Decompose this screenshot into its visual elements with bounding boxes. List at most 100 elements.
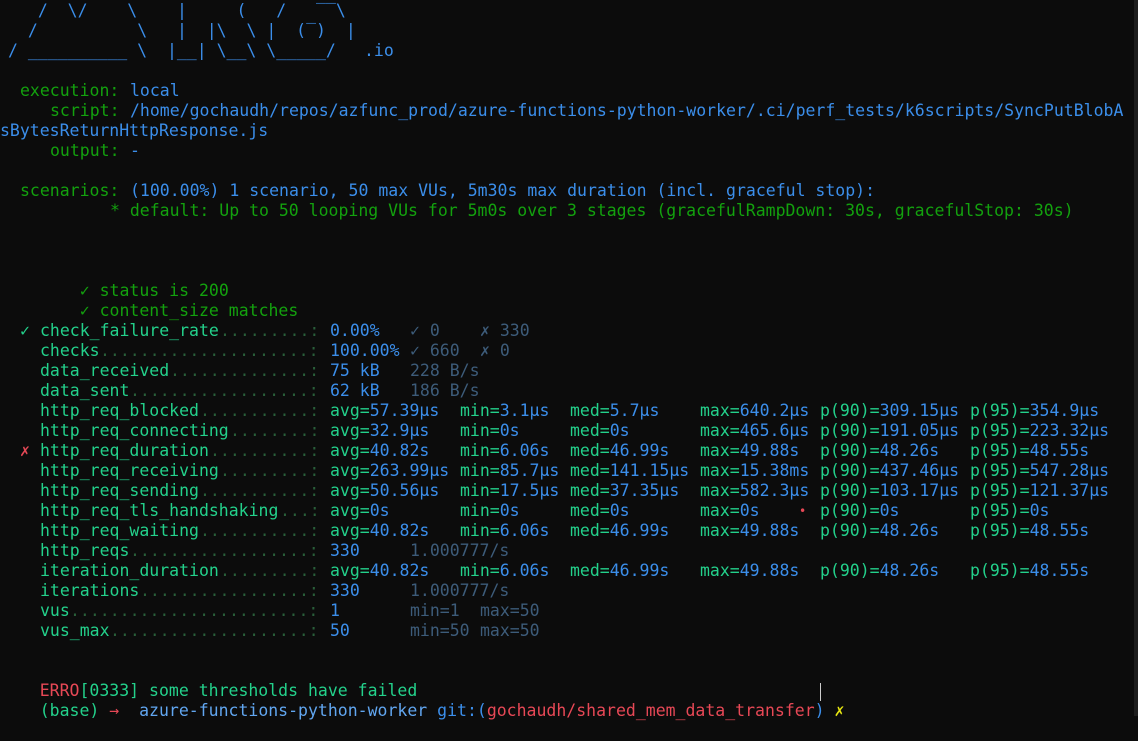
metric-value: p(95)=48.55s <box>970 561 1089 581</box>
metric-stat-value: 49.88s <box>739 441 800 460</box>
metric-stat-key: p(90)= <box>820 461 880 480</box>
metric-stat-value: 0s <box>1029 501 1050 520</box>
metric-stat-value: 640.2µs <box>739 401 810 420</box>
script-path: /home/gochaudh/repos/azfunc_prod/azure-f… <box>130 101 1124 120</box>
metric-stat-value: 49.88s <box>739 561 800 580</box>
metric-stat-key: p(95)= <box>970 501 1030 520</box>
metric-value: p(95)=0s <box>970 501 1049 521</box>
text-cursor <box>820 683 821 701</box>
metric-stat-value: 3.1µs <box>499 401 550 420</box>
metric-stat-value: 50.56µs <box>369 481 440 500</box>
metric-value: avg=0s <box>330 501 390 521</box>
metric-value: min=0s <box>460 421 520 441</box>
metric-value: med=37.35µs <box>570 481 679 501</box>
metric-stat-key: avg= <box>330 481 370 500</box>
metric-dots: ........: <box>230 421 320 440</box>
metric-name: checks <box>40 341 100 360</box>
metric-stat-key: p(90)= <box>820 401 880 420</box>
metric-value: max=49.88s <box>700 441 799 461</box>
stray-dot: • <box>799 504 807 518</box>
metric-name: http_req_receiving <box>40 461 219 480</box>
metric-value: p(90)=103.17µs <box>820 481 959 501</box>
metric-stat-key: avg= <box>330 461 370 480</box>
metric-value: max=0s <box>700 501 760 521</box>
metric-name: http_req_tls_handshaking <box>40 501 279 520</box>
metric-stat-key: avg= <box>330 441 370 460</box>
metric-stat-value: 48.55s <box>1029 521 1090 540</box>
metric-stat-key: max= <box>700 421 740 440</box>
metric-stat-key: p(90)= <box>820 501 880 520</box>
metric-stat-value: 0s <box>879 501 900 520</box>
metric-pass-icon: ✓ <box>20 321 30 340</box>
metric-stat-value: 46.99s <box>609 441 670 460</box>
metric-stat-key: min= <box>460 461 500 480</box>
metric-value: max=582.3µs <box>700 481 809 501</box>
metric-stat-key: med= <box>570 481 610 500</box>
metric-stat-key: min= <box>460 521 500 540</box>
metric-value: 330 <box>330 541 360 560</box>
metric-dots: ..........: <box>210 441 320 460</box>
metric-stat-key: p(95)= <box>970 521 1030 540</box>
metric-stat-value: 48.55s <box>1029 441 1090 460</box>
metric-name: http_req_blocked <box>40 401 199 420</box>
metric-stat-key: max= <box>700 561 740 580</box>
conda-env: (base) <box>39 701 100 720</box>
metric-stat-key: max= <box>700 461 740 480</box>
script-path-wrap: sBytesReturnHttpResponse.js <box>0 121 269 140</box>
metric-value: p(90)=48.26s <box>820 521 939 541</box>
metric-value: med=46.99s <box>570 441 669 461</box>
metric-dots: ...........: <box>200 521 320 540</box>
metric-stat-value: 121.37µs <box>1029 481 1110 500</box>
metric-value: med=46.99s <box>570 561 669 581</box>
metric-dots: ...........: <box>200 401 320 420</box>
git-close: ) <box>814 701 825 720</box>
git-branch: gochaudh/shared_mem_data_transfer <box>486 701 815 720</box>
metric-stat-key: p(90)= <box>820 521 880 540</box>
metric-stat-value: 48.55s <box>1029 561 1090 580</box>
metric-dots: ..............: <box>170 361 320 380</box>
metric-stat-value: 0s <box>739 501 760 520</box>
metric-stat-value: 0s <box>499 421 520 440</box>
metric-value: p(90)=48.26s <box>820 561 939 581</box>
metric-name: http_req_sending <box>40 481 199 500</box>
metric-value: avg=40.82s <box>330 521 429 541</box>
metric-stat-key: min= <box>460 501 500 520</box>
metric-value: 75 kB <box>330 361 380 380</box>
metric-value: p(95)=223.32µs <box>970 421 1109 441</box>
metric-value: max=50 <box>480 621 540 640</box>
metric-dots: .........: <box>220 461 320 480</box>
metric-stat-key: med= <box>570 561 610 580</box>
metric-stat-value: 15.38ms <box>739 461 810 480</box>
metric-value: 330 <box>330 581 360 600</box>
metric-value: 1.000777/s <box>410 581 510 600</box>
metric-value: max=640.2µs <box>700 401 809 421</box>
metric-stat-key: med= <box>570 501 610 520</box>
metric-value: p(90)=0s <box>820 501 899 521</box>
metric-stat-value: 0s <box>499 501 520 520</box>
terminal-window[interactable]: / \/ \ | ( / ‾‾\ / \ | |\ \ | (‾) | / __… <box>0 0 1138 720</box>
metric-stat-key: avg= <box>330 401 370 420</box>
metric-stat-key: min= <box>460 561 500 580</box>
metric-stat-key: p(90)= <box>820 561 880 580</box>
metric-stat-value: 6.06s <box>499 561 550 580</box>
metric-stat-key: p(95)= <box>970 461 1030 480</box>
metric-value: min=17.5µs <box>460 481 559 501</box>
shell-prompt[interactable]: (base) → azure-functions-python-worker g… <box>0 681 845 741</box>
metric-stat-key: avg= <box>330 421 370 440</box>
metric-stat-key: avg= <box>330 501 370 520</box>
metric-stat-key: p(90)= <box>820 481 880 500</box>
metric-stat-value: 191.05µs <box>879 421 960 440</box>
metric-name: http_reqs <box>40 541 130 560</box>
metric-value: ✗ 330 <box>480 321 530 340</box>
metric-stat-value: 437.46µs <box>879 461 960 480</box>
dirty-icon: ✗ <box>834 701 845 720</box>
metric-value: med=5.7µs <box>570 401 659 421</box>
metric-stat-value: 40.82s <box>369 441 430 460</box>
scenario-detail: * default: Up to 50 looping VUs for 5m0s… <box>110 201 1074 220</box>
metric-stat-key: avg= <box>330 561 370 580</box>
metric-dots: ........................: <box>70 601 319 620</box>
metric-value: max=465.6µs <box>700 421 809 441</box>
metric-value: med=141.15µs <box>570 461 689 481</box>
metric-stat-key: max= <box>700 521 740 540</box>
metric-value: 186 B/s <box>410 381 480 400</box>
